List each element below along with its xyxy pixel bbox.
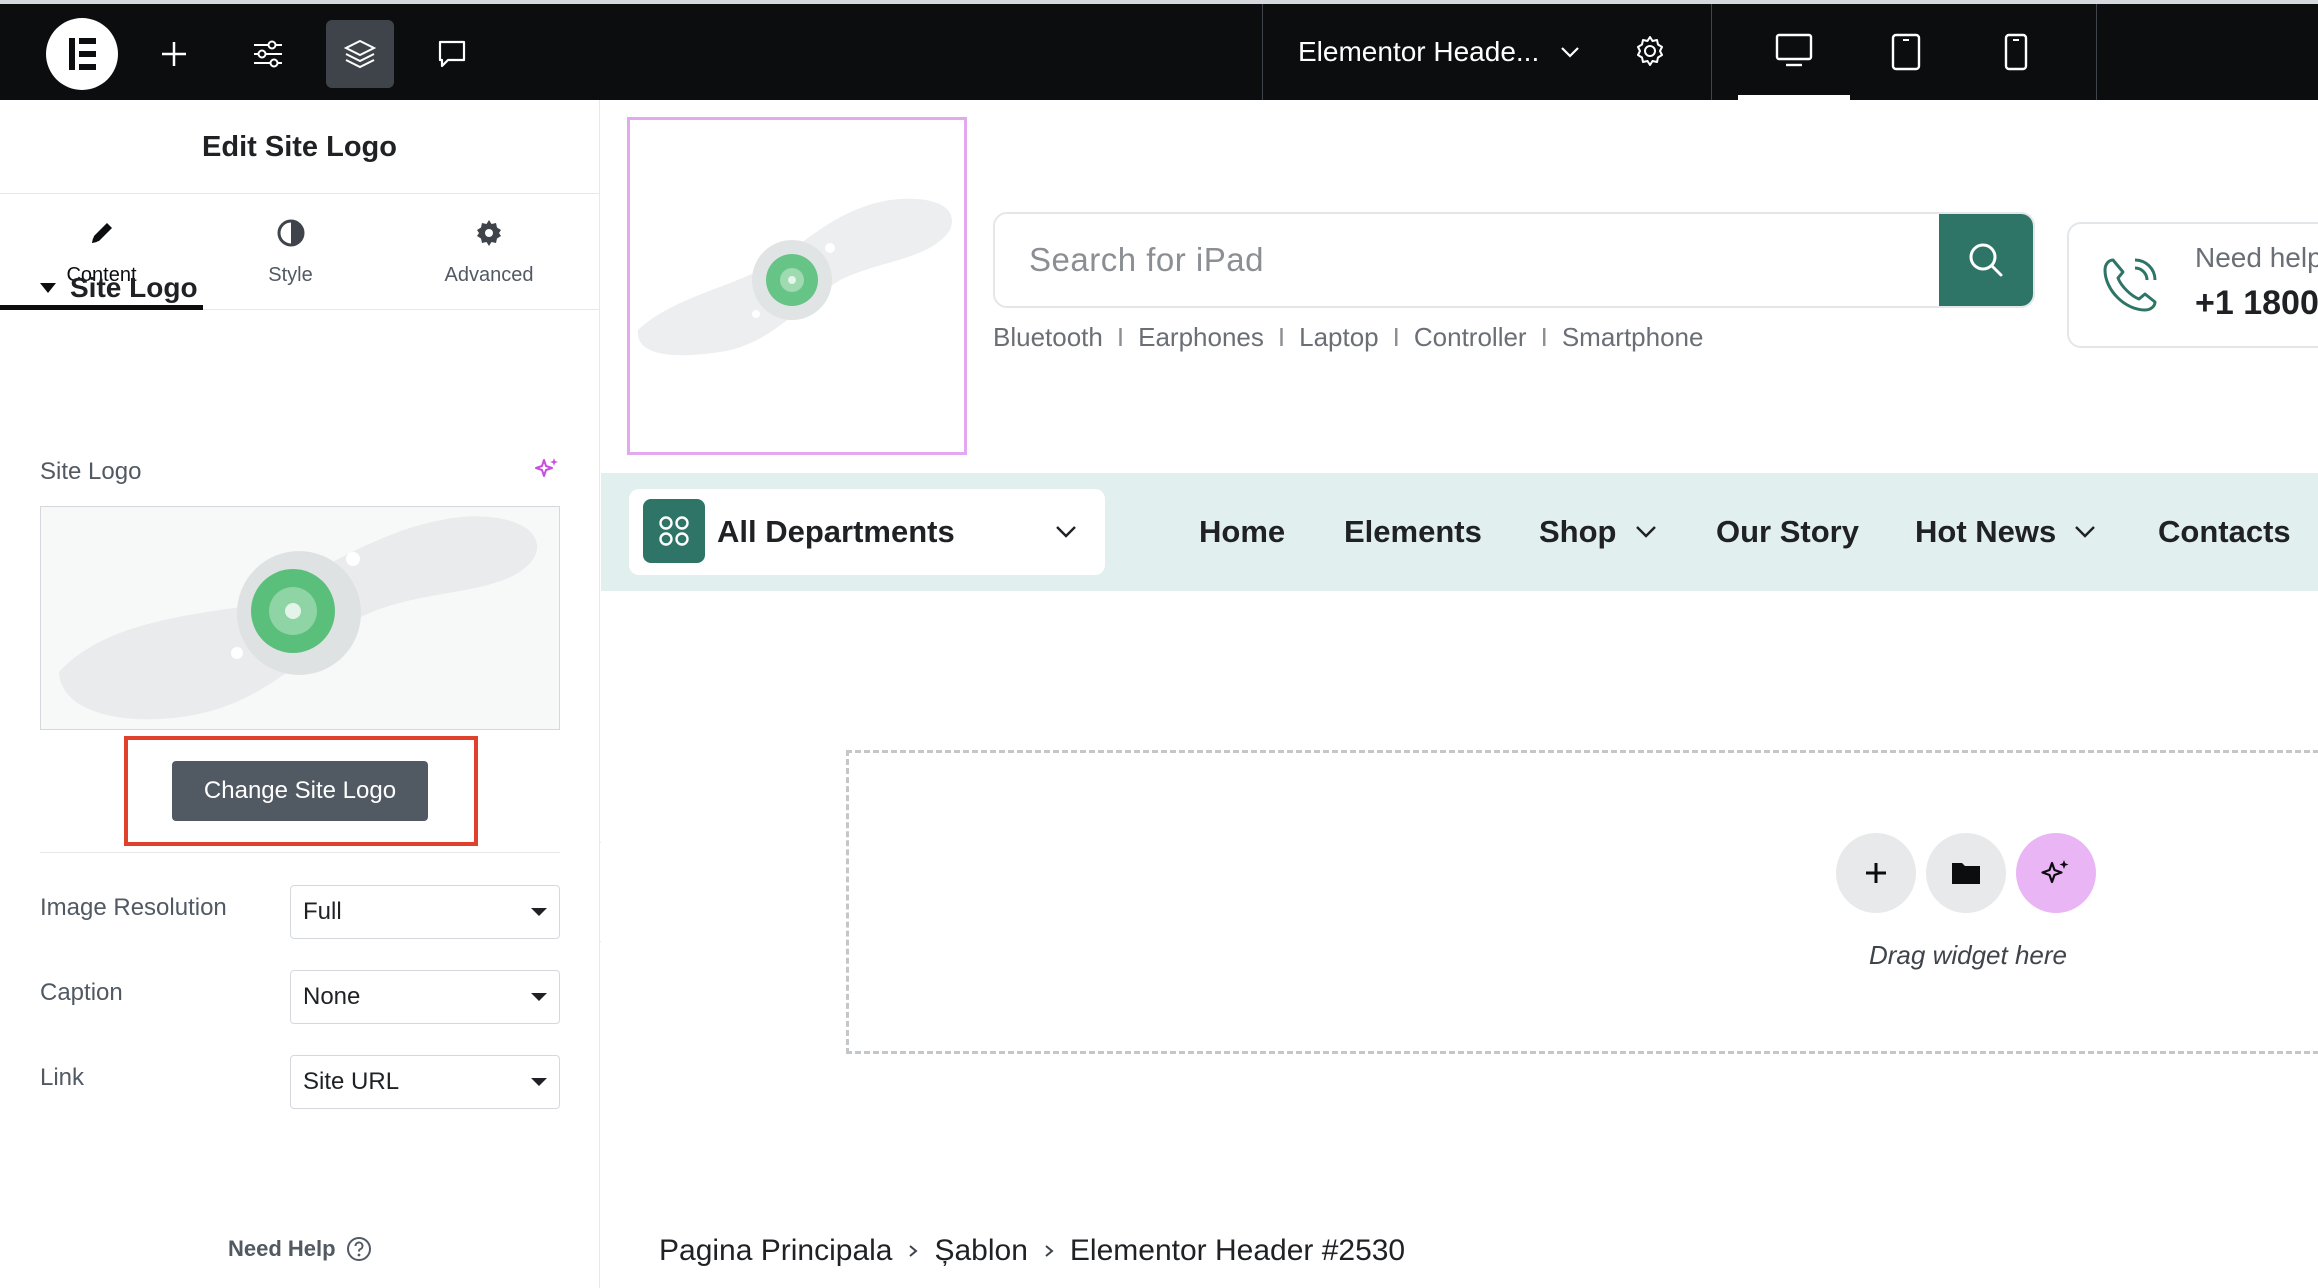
nav-label: Shop	[1539, 514, 1617, 549]
chevron-down-icon	[1635, 526, 1656, 538]
section-title: Site Logo	[70, 272, 198, 303]
caption-select[interactable]: None	[290, 970, 560, 1024]
tab-label: Style	[268, 264, 313, 286]
tab-style[interactable]: Style	[203, 194, 378, 310]
search-icon	[1969, 243, 2003, 277]
panel-title: Edit Site Logo	[0, 100, 599, 194]
add-icon	[1866, 863, 1886, 883]
document-title[interactable]: Elementor Heade...	[1298, 4, 1539, 100]
ai-generate-button[interactable]	[2016, 833, 2096, 913]
elementor-logo-icon[interactable]	[46, 18, 118, 90]
help-circle-icon	[346, 1236, 372, 1262]
select-value: Full	[303, 898, 342, 925]
gear-icon[interactable]	[1633, 34, 1667, 68]
tag-link[interactable]: Bluetooth	[993, 322, 1103, 353]
mobile-icon[interactable]	[1960, 4, 2072, 100]
tablet-icon[interactable]	[1850, 4, 1962, 100]
chevron-down-icon	[2075, 526, 2096, 538]
caret-down-icon	[531, 908, 547, 916]
help-phone-number[interactable]: +1 1800	[2195, 284, 2318, 323]
preview-canvas: Search for iPad Bluetooth I Earphones I …	[601, 100, 2318, 1288]
caret-down-icon	[531, 993, 547, 1001]
topbar-divider	[2096, 4, 2097, 100]
document-switcher[interactable]: Elementor Heade...	[1262, 4, 1712, 100]
chevron-right-icon	[1042, 1241, 1056, 1261]
nav-shop[interactable]: Shop	[1539, 473, 1659, 591]
grid-icon	[643, 499, 705, 563]
layers-icon[interactable]	[326, 20, 394, 88]
add-template-button[interactable]	[1926, 833, 2006, 913]
main-navigation-bar: All Departments Home Elements Shop Our S…	[601, 473, 2318, 591]
add-section-button[interactable]	[1836, 833, 1916, 913]
change-site-logo-button[interactable]: Change Site Logo	[172, 761, 428, 821]
popular-search-tags: Bluetooth I Earphones I Laptop I Control…	[993, 322, 1703, 353]
nav-label: Home	[1199, 514, 1286, 549]
site-logo-preview[interactable]	[40, 506, 560, 730]
caption-label: Caption	[40, 979, 123, 1006]
image-resolution-select[interactable]: Full	[290, 885, 560, 939]
half-circle-icon	[274, 216, 308, 250]
product-search[interactable]: Search for iPad	[993, 212, 2035, 308]
nav-label: Hot News	[1915, 514, 2057, 549]
settings-sliders-icon[interactable]	[234, 20, 302, 88]
empty-drop-zone[interactable]	[846, 750, 2318, 1054]
tag-separator: I	[1277, 322, 1286, 352]
editor-top-bar: Elementor Heade...	[0, 0, 2318, 100]
caret-down-icon	[531, 1078, 547, 1086]
add-icon[interactable]	[140, 20, 208, 88]
select-value: Site URL	[303, 1068, 400, 1095]
tab-advanced[interactable]: Advanced	[378, 194, 600, 310]
phone-icon	[2097, 252, 2163, 318]
chevron-right-icon	[906, 1241, 920, 1261]
breadcrumb-item-current: Elementor Header #2530	[1069, 1234, 1406, 1267]
help-contact-box[interactable]: Need help +1 1800	[2067, 222, 2318, 348]
nav-contacts[interactable]: Contacts	[2158, 473, 2291, 591]
breadcrumb: Pagina Principala Șablon Elementor Heade…	[659, 1234, 1405, 1268]
editor-panel: Edit Site Logo Content Style Advanced Si…	[0, 100, 600, 1288]
search-button[interactable]	[1939, 214, 2033, 306]
chevron-down-icon[interactable]	[1558, 40, 1582, 64]
caret-down-icon	[40, 283, 56, 293]
tag-separator: I	[1116, 322, 1125, 352]
nav-label: Contacts	[2158, 514, 2291, 549]
nav-label: Elements	[1344, 514, 1482, 549]
search-input[interactable]: Search for iPad	[1029, 214, 1264, 306]
breadcrumb-item[interactable]: Pagina Principala	[659, 1234, 892, 1268]
departments-label: All Departments	[717, 514, 955, 549]
image-resolution-label: Image Resolution	[40, 894, 227, 921]
ai-sparkle-icon	[2041, 860, 2069, 884]
need-help-label: Need Help	[228, 1236, 336, 1261]
desktop-icon[interactable]	[1738, 4, 1850, 100]
section-toggle-site-logo[interactable]: Site Logo	[40, 272, 198, 304]
chevron-down-icon	[1053, 521, 1079, 543]
pencil-icon	[85, 216, 119, 250]
divider	[40, 852, 560, 853]
link-select[interactable]: Site URL	[290, 1055, 560, 1109]
breadcrumb-item[interactable]: Șablon	[934, 1234, 1027, 1268]
nav-label: Our Story	[1716, 514, 1859, 549]
ai-sparkle-icon[interactable]	[534, 456, 560, 482]
site-logo-widget[interactable]	[627, 117, 967, 455]
need-help-link[interactable]: Need Help	[228, 1236, 372, 1262]
tag-link[interactable]: Earphones	[1138, 322, 1264, 353]
nav-home[interactable]: Home	[1199, 473, 1285, 591]
folder-icon	[1952, 863, 1980, 884]
nav-our-story[interactable]: Our Story	[1716, 473, 1859, 591]
tag-link[interactable]: Controller	[1414, 322, 1527, 353]
tag-link[interactable]: Laptop	[1299, 322, 1379, 353]
nav-hot-news[interactable]: Hot News	[1915, 473, 2098, 591]
tab-label: Advanced	[444, 264, 534, 286]
gear-icon	[472, 216, 506, 250]
nav-elements[interactable]: Elements	[1344, 473, 1482, 591]
help-question: Need help	[2195, 242, 2318, 273]
drag-widget-hint: Drag widget here	[1869, 940, 2067, 970]
tag-separator: I	[1540, 322, 1548, 352]
select-value: None	[303, 983, 361, 1010]
comment-icon[interactable]	[418, 20, 486, 88]
link-label: Link	[40, 1064, 85, 1091]
tag-separator: I	[1392, 322, 1400, 352]
tag-link[interactable]: Smartphone	[1562, 322, 1704, 353]
all-departments-dropdown[interactable]: All Departments	[629, 489, 1105, 575]
site-logo-label: Site Logo	[40, 458, 142, 485]
